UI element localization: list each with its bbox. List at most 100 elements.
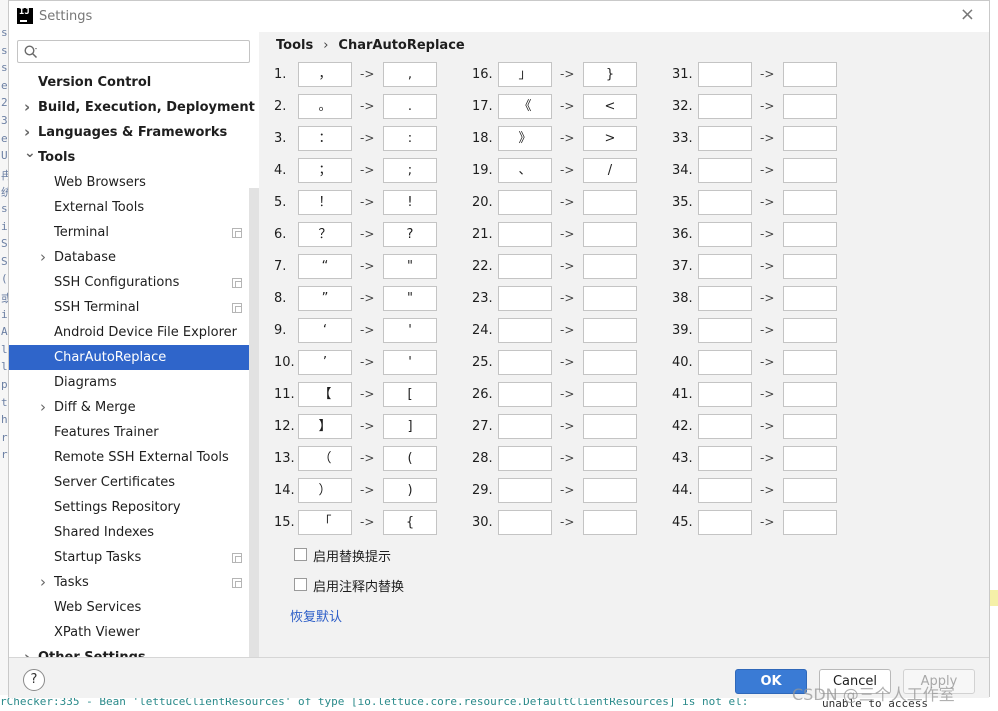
rule-target-char-input[interactable] [783, 350, 837, 375]
rule-source-char-input[interactable] [698, 350, 752, 375]
rule-target-char-input[interactable] [583, 254, 637, 279]
rule-source-char-input[interactable]: ） [298, 478, 352, 503]
rule-target-char-input[interactable]: : [383, 126, 437, 151]
rule-target-char-input[interactable]: ] [383, 414, 437, 439]
rule-target-char-input[interactable] [783, 158, 837, 183]
rule-target-char-input[interactable] [583, 190, 637, 215]
sidebar-item-remote-ssh-external-tools[interactable]: Remote SSH External Tools [9, 445, 259, 470]
rule-source-char-input[interactable] [498, 318, 552, 343]
enable-hint-checkbox[interactable] [294, 548, 307, 561]
rule-target-char-input[interactable] [583, 478, 637, 503]
rule-source-char-input[interactable] [698, 190, 752, 215]
rule-source-char-input[interactable] [498, 350, 552, 375]
rule-source-char-input[interactable] [698, 158, 752, 183]
rule-source-char-input[interactable] [498, 446, 552, 471]
sidebar-item-database[interactable]: › Database [9, 245, 259, 270]
rule-target-char-input[interactable] [783, 286, 837, 311]
rule-target-char-input[interactable] [583, 318, 637, 343]
rule-source-char-input[interactable] [698, 126, 752, 151]
rule-source-char-input[interactable] [698, 478, 752, 503]
rule-source-char-input[interactable]: 》 [498, 126, 552, 151]
chevron-right-icon[interactable]: › [24, 95, 30, 120]
sidebar-item-build-execution-deployment[interactable]: › Build, Execution, Deployment [9, 95, 259, 120]
rule-target-char-input[interactable] [783, 62, 837, 87]
sidebar-item-diagrams[interactable]: Diagrams [9, 370, 259, 395]
rule-target-char-input[interactable]: / [583, 158, 637, 183]
rule-target-char-input[interactable] [583, 414, 637, 439]
rule-target-char-input[interactable] [783, 190, 837, 215]
rule-source-char-input[interactable]: 、 [498, 158, 552, 183]
rule-source-char-input[interactable] [698, 254, 752, 279]
sidebar-item-android-device-file-explorer[interactable]: Android Device File Explorer [9, 320, 259, 345]
rule-target-char-input[interactable]: ) [383, 478, 437, 503]
chevron-right-icon[interactable]: › [40, 395, 46, 420]
rule-source-char-input[interactable]: （ [298, 446, 352, 471]
sidebar-item-terminal[interactable]: Terminal [9, 220, 259, 245]
sidebar-item-ssh-configurations[interactable]: SSH Configurations [9, 270, 259, 295]
rule-source-char-input[interactable]: ： [298, 126, 352, 151]
rule-target-char-input[interactable] [783, 222, 837, 247]
sidebar-item-tasks[interactable]: › Tasks [9, 570, 259, 595]
rule-target-char-input[interactable]: { [383, 510, 437, 535]
sidebar-item-settings-repository[interactable]: Settings Repository [9, 495, 259, 520]
rule-target-char-input[interactable]: " [383, 286, 437, 311]
rule-source-char-input[interactable]: ’ [298, 350, 352, 375]
rule-target-char-input[interactable] [783, 382, 837, 407]
breadcrumb-parent[interactable]: Tools [276, 38, 313, 53]
chevron-down-icon[interactable]: ⌄ [24, 141, 36, 166]
rule-target-char-input[interactable] [783, 94, 837, 119]
sidebar-item-languages-frameworks[interactable]: › Languages & Frameworks [9, 120, 259, 145]
sidebar-item-startup-tasks[interactable]: Startup Tasks [9, 545, 259, 570]
rule-source-char-input[interactable] [698, 222, 752, 247]
rule-source-char-input[interactable]: “ [298, 254, 352, 279]
rule-target-char-input[interactable]: " [383, 254, 437, 279]
settings-search-input[interactable] [44, 43, 244, 60]
close-icon[interactable]: × [960, 6, 975, 24]
rule-source-char-input[interactable]: 。 [298, 94, 352, 119]
rule-target-char-input[interactable]: , [383, 62, 437, 87]
rule-target-char-input[interactable]: } [583, 62, 637, 87]
rule-target-char-input[interactable]: [ [383, 382, 437, 407]
sidebar-item-external-tools[interactable]: External Tools [9, 195, 259, 220]
rule-target-char-input[interactable] [583, 446, 637, 471]
rule-source-char-input[interactable]: ” [298, 286, 352, 311]
rule-source-char-input[interactable]: ‘ [298, 318, 352, 343]
rule-source-char-input[interactable] [498, 254, 552, 279]
rule-source-char-input[interactable]: 【 [298, 382, 352, 407]
sidebar-item-version-control[interactable]: Version Control [9, 70, 259, 95]
sidebar-scrollbar[interactable] [249, 188, 259, 657]
rule-source-char-input[interactable]: ！ [298, 190, 352, 215]
chevron-right-icon[interactable]: › [24, 645, 30, 657]
rule-source-char-input[interactable] [698, 318, 752, 343]
rule-target-char-input[interactable] [783, 446, 837, 471]
rule-target-char-input[interactable] [583, 350, 637, 375]
rule-target-char-input[interactable]: ' [383, 350, 437, 375]
rule-source-char-input[interactable] [498, 510, 552, 535]
rule-source-char-input[interactable] [698, 414, 752, 439]
sidebar-item-web-browsers[interactable]: Web Browsers [9, 170, 259, 195]
sidebar-item-xpath-viewer[interactable]: XPath Viewer [9, 620, 259, 645]
rule-target-char-input[interactable]: < [583, 94, 637, 119]
rule-target-char-input[interactable] [583, 286, 637, 311]
rule-source-char-input[interactable] [698, 94, 752, 119]
rule-source-char-input[interactable]: 】 [298, 414, 352, 439]
rule-target-char-input[interactable] [783, 414, 837, 439]
rule-target-char-input[interactable]: ' [383, 318, 437, 343]
rule-target-char-input[interactable]: . [383, 94, 437, 119]
restore-defaults-link[interactable]: 恢复默认 [290, 606, 342, 625]
rule-target-char-input[interactable] [583, 382, 637, 407]
chevron-right-icon[interactable]: › [40, 570, 46, 595]
rule-source-char-input[interactable]: ； [298, 158, 352, 183]
rule-target-char-input[interactable] [783, 254, 837, 279]
rule-target-char-input[interactable]: ! [383, 190, 437, 215]
rule-source-char-input[interactable] [498, 190, 552, 215]
rule-source-char-input[interactable]: 」 [498, 62, 552, 87]
rule-source-char-input[interactable] [698, 62, 752, 87]
rule-target-char-input[interactable] [783, 510, 837, 535]
rule-source-char-input[interactable] [498, 478, 552, 503]
sidebar-item-ssh-terminal[interactable]: SSH Terminal [9, 295, 259, 320]
rule-target-char-input[interactable]: ; [383, 158, 437, 183]
sidebar-item-charautoreplace[interactable]: CharAutoReplace [9, 345, 259, 370]
rule-source-char-input[interactable] [698, 446, 752, 471]
rule-source-char-input[interactable] [498, 414, 552, 439]
